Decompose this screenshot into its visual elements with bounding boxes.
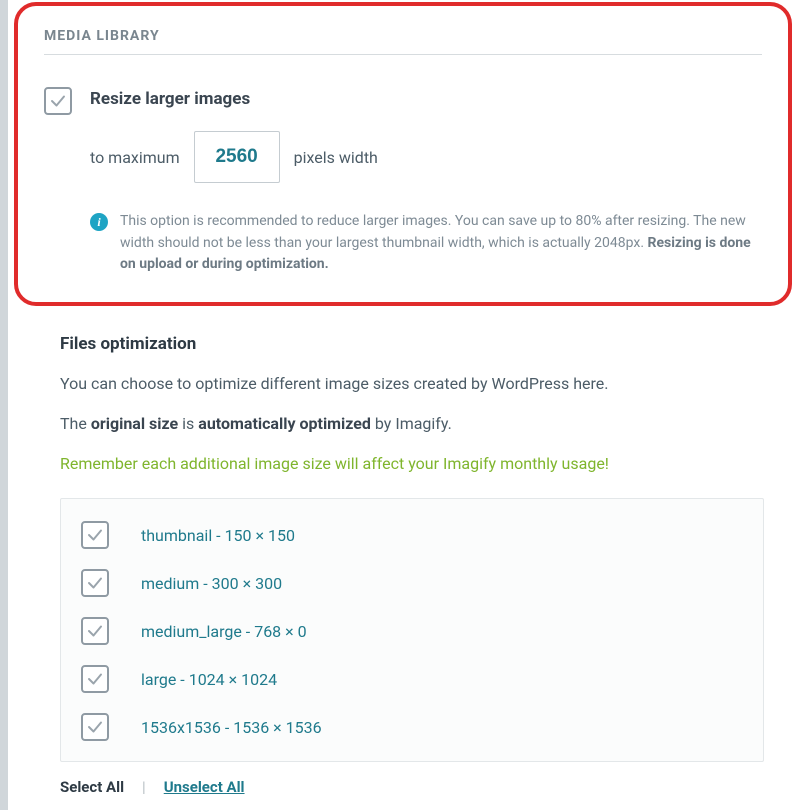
size-row: 1536x1536 - 1536 × 1536 xyxy=(81,713,743,741)
t: is xyxy=(178,414,198,433)
size-label-medium-large[interactable]: medium_large - 768 × 0 xyxy=(141,622,307,641)
size-checkbox-1536[interactable] xyxy=(81,713,109,741)
size-checkbox-thumbnail[interactable] xyxy=(81,521,109,549)
files-title: Files optimization xyxy=(60,334,764,354)
settings-page: MEDIA LIBRARY Resize larger images to ma… xyxy=(8,0,800,810)
t: by Imagify. xyxy=(371,414,452,433)
info-icon: i xyxy=(90,213,108,231)
check-icon xyxy=(86,526,104,544)
section-label-media-library: MEDIA LIBRARY xyxy=(44,28,762,44)
t: original size xyxy=(91,414,178,433)
left-rail xyxy=(0,0,8,810)
check-icon xyxy=(86,718,104,736)
check-icon xyxy=(86,622,104,640)
size-checkbox-large[interactable] xyxy=(81,665,109,693)
select-bar: Select All | Unselect All xyxy=(60,778,764,796)
size-label-large[interactable]: large - 1024 × 1024 xyxy=(141,670,277,689)
size-row: medium - 300 × 300 xyxy=(81,569,743,597)
check-icon xyxy=(86,670,104,688)
resize-checkbox[interactable] xyxy=(44,87,72,115)
files-usage-warning: Remember each additional image size will… xyxy=(60,452,764,476)
t: automatically optimized xyxy=(198,414,371,433)
files-original-line: The original size is automatically optim… xyxy=(60,412,764,436)
size-label-1536[interactable]: 1536x1536 - 1536 × 1536 xyxy=(141,718,322,737)
size-checkbox-medium-large[interactable] xyxy=(81,617,109,645)
select-all-button[interactable]: Select All xyxy=(60,778,124,796)
size-checkbox-medium[interactable] xyxy=(81,569,109,597)
t: The xyxy=(60,414,91,433)
media-library-highlight: MEDIA LIBRARY Resize larger images to ma… xyxy=(14,2,792,306)
select-bar-separator: | xyxy=(142,778,146,796)
size-label-thumbnail[interactable]: thumbnail - 150 × 150 xyxy=(141,526,295,545)
size-row: thumbnail - 150 × 150 xyxy=(81,521,743,549)
resize-max-input[interactable] xyxy=(194,131,280,183)
resize-pixels-label: pixels width xyxy=(294,148,378,167)
resize-option-body: Resize larger images to maximum pixels w… xyxy=(90,87,762,276)
resize-title: Resize larger images xyxy=(90,89,762,109)
size-row: large - 1024 × 1024 xyxy=(81,665,743,693)
check-icon xyxy=(86,574,104,592)
size-row: medium_large - 768 × 0 xyxy=(81,617,743,645)
resize-to-max-label: to maximum xyxy=(90,148,180,167)
check-icon xyxy=(49,92,67,110)
resize-info-row: i This option is recommended to reduce l… xyxy=(90,211,762,276)
resize-option-row: Resize larger images to maximum pixels w… xyxy=(44,87,762,276)
section-divider xyxy=(44,54,762,55)
size-label-medium[interactable]: medium - 300 × 300 xyxy=(141,574,282,593)
files-optimization-section: Files optimization You can choose to opt… xyxy=(8,306,800,796)
unselect-all-button[interactable]: Unselect All xyxy=(164,778,245,796)
files-intro: You can choose to optimize different ima… xyxy=(60,372,764,396)
image-sizes-box: thumbnail - 150 × 150 medium - 300 × 300… xyxy=(60,498,764,762)
resize-controls: to maximum pixels width xyxy=(90,131,762,183)
resize-info-text: This option is recommended to reduce lar… xyxy=(120,211,762,276)
